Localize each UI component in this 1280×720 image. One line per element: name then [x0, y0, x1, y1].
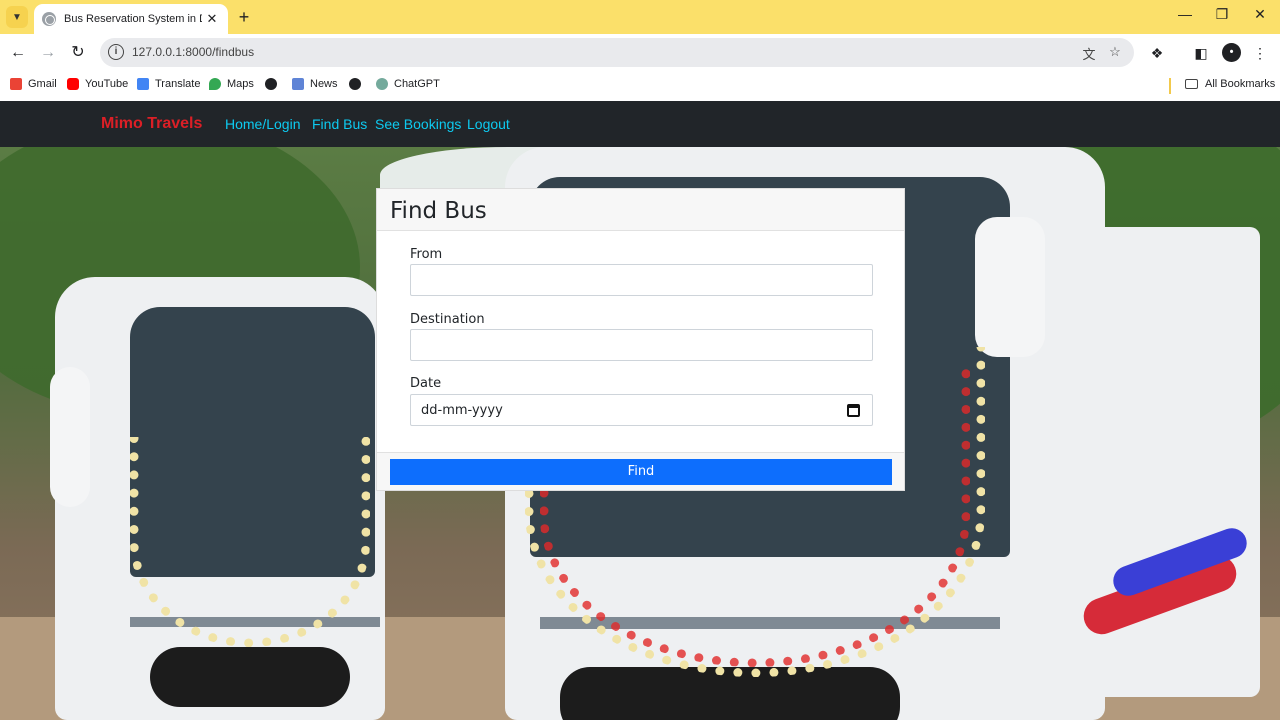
from-label: From	[410, 247, 443, 262]
bookmark-translate[interactable]: Translate	[137, 78, 200, 90]
right-bus-mirror	[975, 217, 1045, 357]
globe-icon	[42, 12, 56, 26]
site-info-icon[interactable]: i	[108, 44, 124, 60]
flower-garland	[130, 437, 370, 647]
brand-logo[interactable]: Mimo Travels	[101, 115, 202, 133]
web-page: Mimo Travels Home/Login Find Bus See Boo…	[0, 101, 1280, 720]
gmail-icon	[10, 78, 22, 90]
bookmark-label: Maps	[227, 78, 254, 90]
address-bar[interactable]: i 127.0.0.1:8000/findbus 文 ☆	[100, 38, 1134, 67]
tab-strip: ▼ Bus Reservation System in Djan ✕ + — ❐…	[0, 0, 1280, 34]
bookmark-label: Translate	[155, 78, 201, 90]
puzzle-icon[interactable]: ❖	[1147, 43, 1167, 63]
card-footer: Find	[377, 452, 904, 490]
nav-link-find-bus[interactable]: Find Bus	[312, 116, 367, 132]
profile-avatar[interactable]: •	[1222, 43, 1241, 62]
globe-icon	[265, 78, 277, 90]
bookmark-label: ChatGPT	[394, 78, 440, 90]
translate-icon	[137, 78, 149, 90]
bookmark-youtube[interactable]: YouTube	[67, 78, 128, 90]
browser-toolbar: ← → ↻ i 127.0.0.1:8000/findbus 文 ☆ ❖ ◧ ⋮	[0, 34, 1280, 72]
card-body: From Destination Date dd-mm-yyyy	[377, 231, 904, 451]
bookmark-globe[interactable]	[265, 78, 283, 90]
nav-link-home-login[interactable]: Home/Login	[225, 116, 301, 132]
bookmark-maps[interactable]: Maps	[209, 78, 254, 90]
restore-icon[interactable]: ❐	[1212, 6, 1232, 23]
chatgpt-icon	[376, 78, 388, 90]
all-bookmarks-button[interactable]: All Bookmarks	[1185, 78, 1275, 90]
site-navbar: Mimo Travels Home/Login Find Bus See Boo…	[0, 101, 1280, 147]
reload-icon[interactable]: ↻	[67, 42, 89, 64]
bookmarks-divider	[1169, 78, 1171, 94]
date-input[interactable]: dd-mm-yyyy	[410, 394, 873, 426]
all-bookmarks-label: All Bookmarks	[1205, 78, 1276, 90]
globe-icon	[349, 78, 361, 90]
youtube-icon	[67, 78, 79, 90]
find-bus-card: Find Bus From Destination Date dd-mm-yyy…	[376, 188, 905, 491]
bookmark-label: News	[310, 78, 338, 90]
date-placeholder: dd-mm-yyyy	[421, 403, 503, 418]
maps-icon	[209, 78, 221, 90]
window-close-icon[interactable]: ✕	[1250, 6, 1270, 23]
tab-title: Bus Reservation System in Djan	[64, 13, 202, 25]
bookmark-label: Gmail	[28, 78, 57, 90]
nav-link-logout[interactable]: Logout	[467, 116, 510, 132]
folder-icon	[1185, 79, 1198, 89]
close-icon[interactable]: ✕	[204, 11, 220, 27]
find-button[interactable]: Find	[390, 459, 892, 485]
active-tab[interactable]: Bus Reservation System in Djan ✕	[34, 4, 228, 34]
kebab-menu-icon[interactable]: ⋮	[1250, 43, 1270, 63]
page-title: Find Bus	[390, 198, 487, 224]
translate-icon[interactable]: 文	[1080, 44, 1098, 63]
calendar-icon[interactable]	[847, 404, 860, 417]
bookmark-globe[interactable]	[349, 78, 367, 90]
bookmark-news[interactable]: News	[292, 78, 338, 90]
from-input[interactable]	[410, 264, 873, 296]
bookmark-gmail[interactable]: Gmail	[10, 78, 57, 90]
bookmarks-bar: Gmail YouTube Translate Maps News ChatGP…	[0, 72, 1280, 101]
side-panel-icon[interactable]: ◧	[1191, 43, 1211, 63]
bookmark-chatgpt[interactable]: ChatGPT	[376, 78, 440, 90]
date-label: Date	[410, 376, 442, 391]
bookmark-label: YouTube	[85, 78, 129, 90]
left-bus-grille	[150, 647, 350, 707]
url-text[interactable]: 127.0.0.1:8000/findbus	[132, 45, 254, 59]
star-icon[interactable]: ☆	[1106, 44, 1124, 60]
back-arrow-icon[interactable]: ←	[7, 42, 29, 64]
new-tab-plus-icon[interactable]: +	[234, 7, 254, 27]
news-icon	[292, 78, 304, 90]
destination-input[interactable]	[410, 329, 873, 361]
forward-arrow-icon[interactable]: →	[37, 42, 59, 64]
card-header: Find Bus	[377, 189, 904, 231]
left-bus-mirror	[50, 367, 90, 507]
minimize-icon[interactable]: —	[1175, 6, 1195, 22]
nav-link-see-bookings[interactable]: See Bookings	[375, 116, 461, 132]
destination-label: Destination	[410, 312, 485, 327]
tab-search-chevron-down-icon[interactable]: ▼	[6, 6, 28, 28]
